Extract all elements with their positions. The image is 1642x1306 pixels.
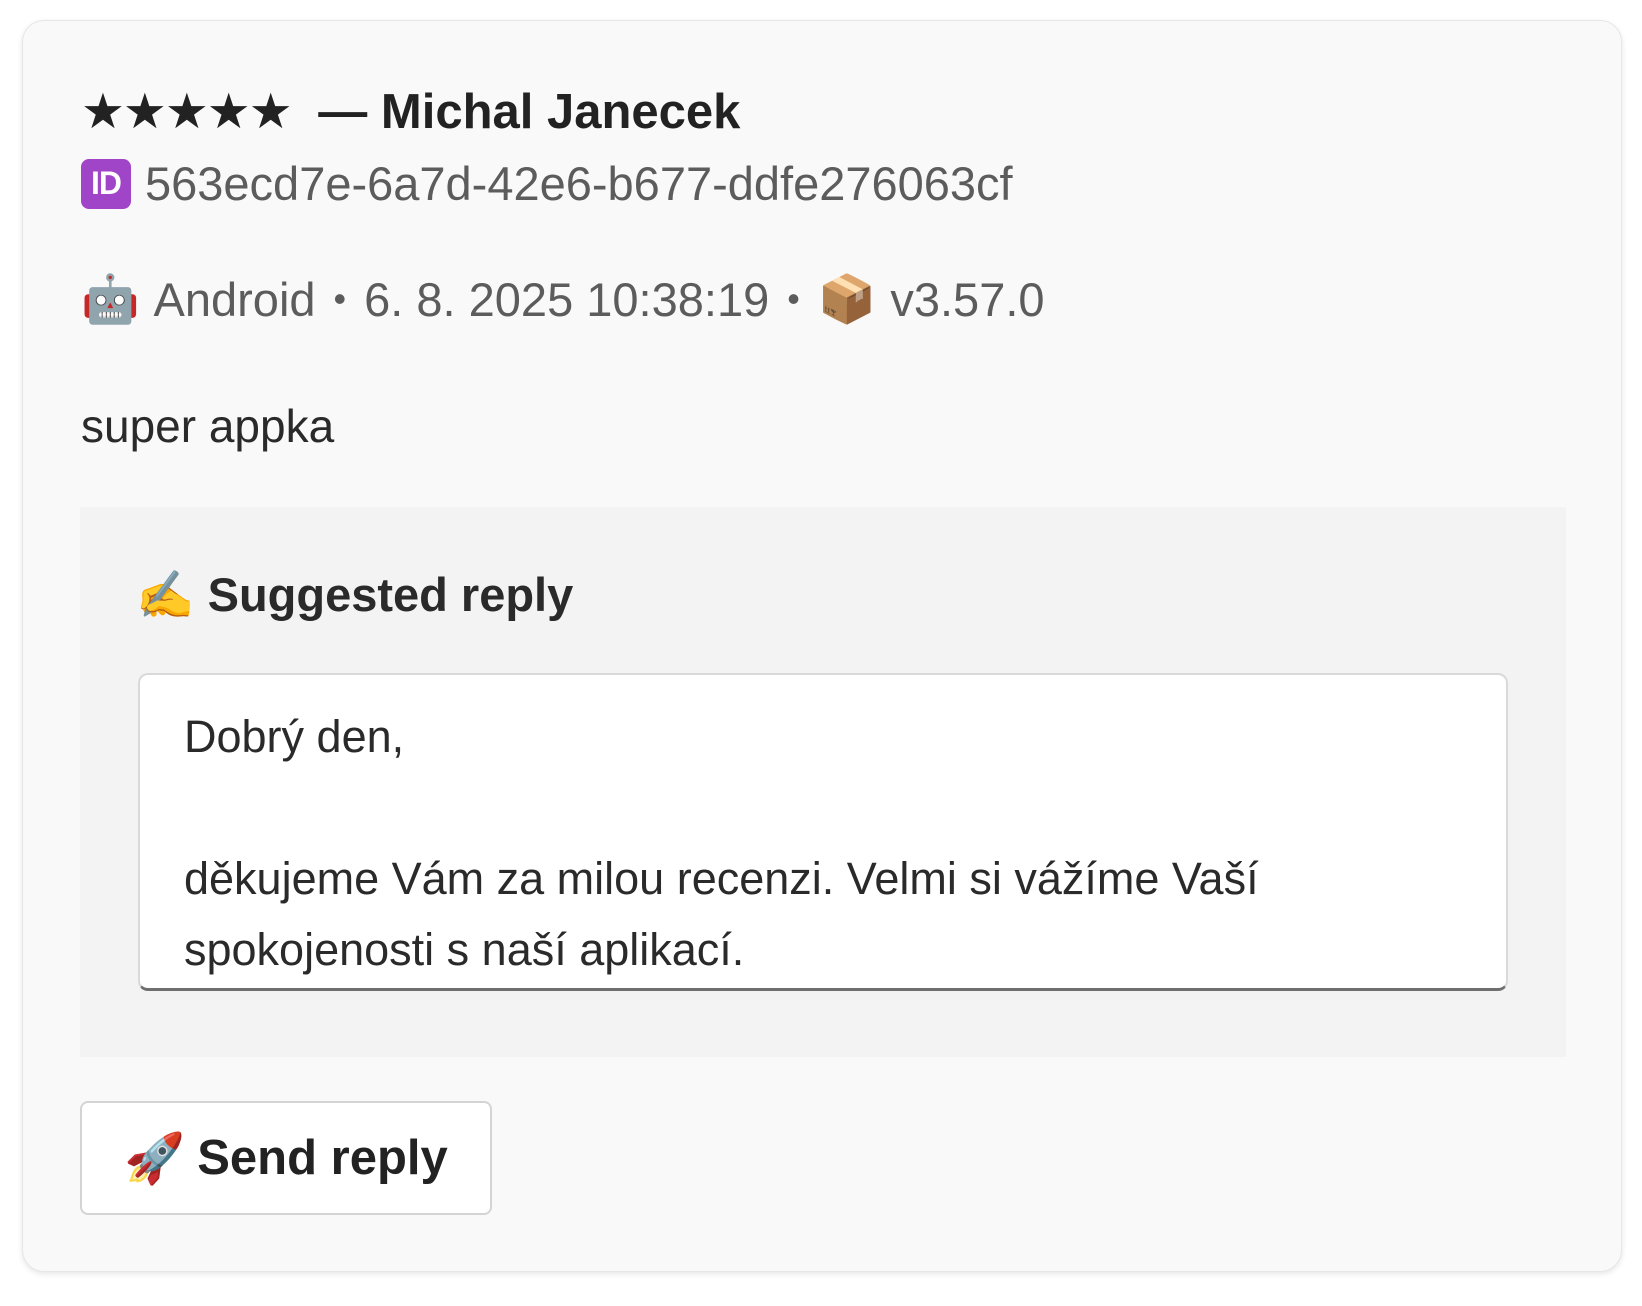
writing-hand-icon: ✍️ <box>136 568 195 621</box>
package-icon: 📦 <box>817 272 877 325</box>
send-reply-button[interactable]: 🚀 Send reply <box>80 1101 492 1215</box>
suggested-reply-textarea[interactable]: Dobrý den, děkujeme Vám za milou recenzi… <box>138 673 1508 991</box>
review-timestamp: 6. 8. 2025 10:38:19 <box>364 272 770 326</box>
review-card: ★★★★★ — Michal Janecek ID 563ecd7e-6a7d-… <box>22 20 1622 1272</box>
send-reply-label: Send reply <box>197 1131 448 1185</box>
separator: • <box>787 278 800 319</box>
suggested-reply-heading: ✍️ Suggested reply <box>136 567 573 623</box>
rating-stars: ★★★★★ <box>81 85 293 139</box>
robot-icon: 🤖 <box>81 272 140 325</box>
review-text: super appka <box>81 400 335 452</box>
platform-label: Android <box>153 272 316 326</box>
review-meta: 🤖 Android • 6. 8. 2025 10:38:19 • 📦 v3.5… <box>81 271 1045 327</box>
author-prefix: — <box>318 85 368 139</box>
id-badge-icon: ID <box>81 158 131 209</box>
suggested-reply-panel: ✍️ Suggested reply Dobrý den, děkujeme V… <box>80 507 1566 1057</box>
suggested-reply-title: Suggested reply <box>207 568 574 621</box>
review-id-row: ID 563ecd7e-6a7d-42e6-b677-ddfe276063cf <box>81 156 1013 211</box>
author-name: Michal Janecek <box>380 85 741 139</box>
separator: • <box>333 278 347 319</box>
rocket-icon: 🚀 <box>124 1131 186 1186</box>
review-title: ★★★★★ — Michal Janecek <box>81 83 740 142</box>
review-id: 563ecd7e-6a7d-42e6-b677-ddfe276063cf <box>145 157 1013 210</box>
app-version: v3.57.0 <box>890 272 1045 326</box>
